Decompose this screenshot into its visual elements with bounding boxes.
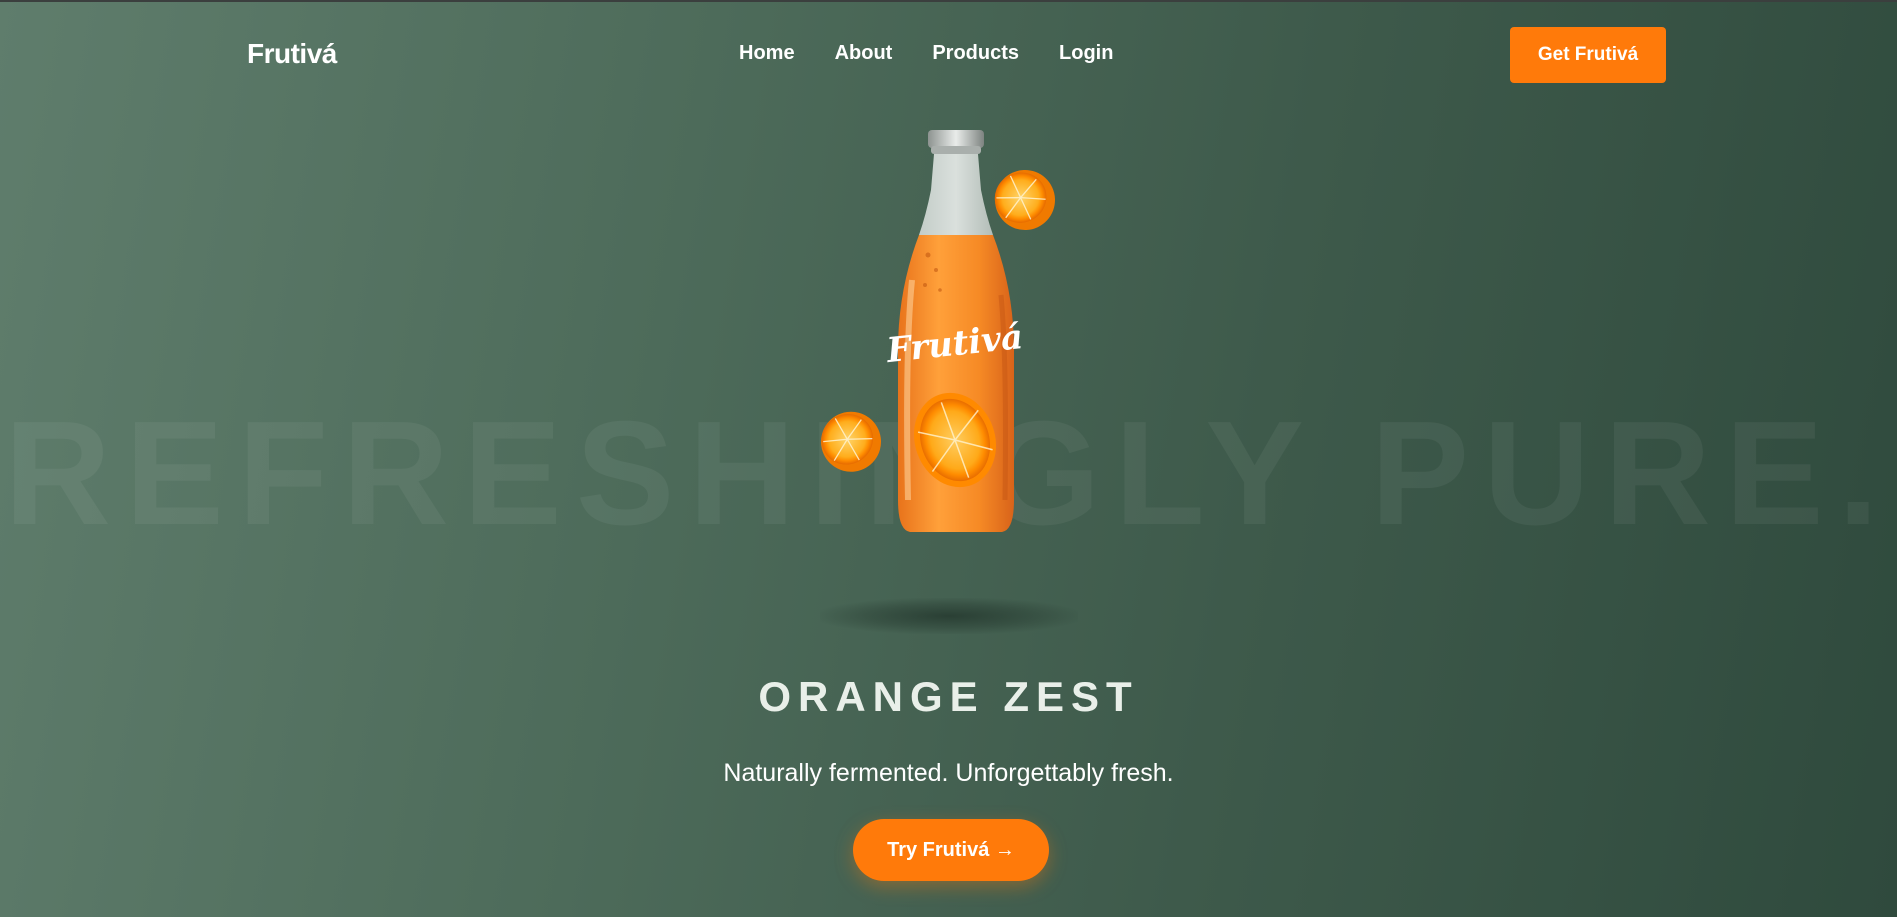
nav-links: Home About Products Login (739, 42, 1113, 65)
brand-logo[interactable]: Frutivá (247, 38, 337, 70)
product-bottle-image: Frutivá (821, 130, 1055, 532)
bottle-body (898, 235, 1014, 532)
flavor-title: ORANGE ZEST (758, 673, 1139, 720)
nav-link-products[interactable]: Products (932, 42, 1019, 65)
hero-tagline: Naturally fermented. Unforgettably fresh… (723, 759, 1174, 787)
navbar: Frutivá Home About Products Login Get Fr… (0, 0, 1897, 110)
nav-link-about[interactable]: About (835, 42, 893, 65)
floating-orange-left (821, 411, 881, 472)
nav-link-home[interactable]: Home (739, 42, 795, 65)
floating-orange-top (994, 170, 1055, 230)
get-frutiva-button[interactable]: Get Frutivá (1510, 27, 1666, 83)
bottle-cap (928, 130, 984, 154)
try-frutiva-button[interactable]: Try Frutivá → (853, 819, 1049, 881)
nav-link-login[interactable]: Login (1059, 42, 1113, 65)
